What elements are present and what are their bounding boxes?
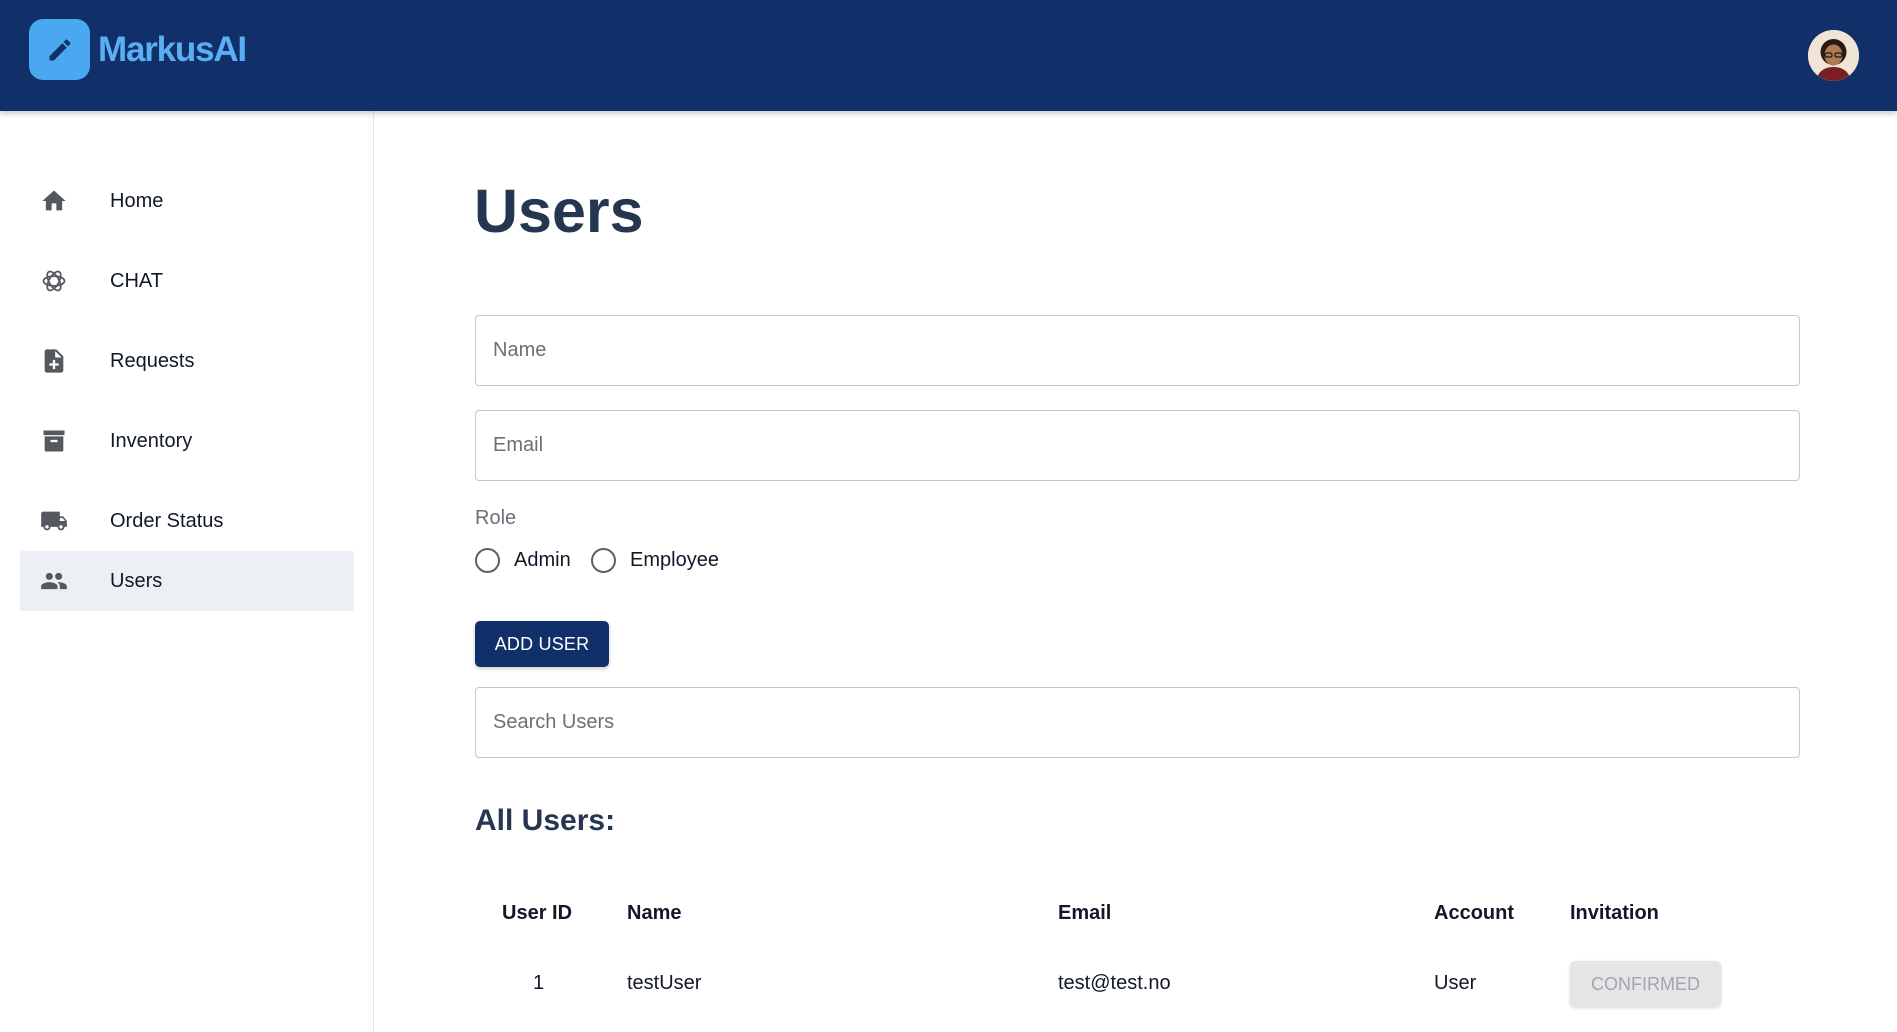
cell-email: test@test.no — [1058, 972, 1171, 994]
sidebar-item-label: Requests — [110, 349, 195, 372]
app-logo[interactable] — [29, 19, 90, 80]
sidebar-item-users[interactable]: Users — [20, 551, 354, 611]
sidebar-item-chat[interactable]: CHAT — [20, 251, 354, 311]
truck-icon — [40, 507, 68, 535]
chat-icon — [40, 267, 68, 295]
cell-account: User — [1434, 972, 1477, 994]
column-header-invitation: Invitation — [1570, 902, 1659, 924]
request-document-icon — [40, 347, 68, 375]
home-icon — [40, 187, 68, 215]
sidebar-item-label: Users — [110, 569, 163, 592]
column-header-account: Account — [1434, 902, 1514, 924]
role-option-label: Employee — [630, 549, 719, 571]
pencil-icon — [49, 38, 71, 60]
users-icon — [40, 567, 68, 595]
email-input[interactable] — [475, 410, 1800, 481]
sidebar-item-label: Inventory — [110, 429, 193, 452]
all-users-heading: All Users: — [475, 804, 616, 837]
user-avatar[interactable] — [1808, 30, 1859, 81]
top-app-bar: MarkusAI — [0, 0, 1897, 111]
brand-name: MarkusAI — [98, 30, 247, 69]
role-radio-employee[interactable] — [591, 548, 616, 573]
search-users-input[interactable] — [475, 687, 1800, 758]
add-user-button[interactable]: ADD USER — [475, 621, 609, 667]
sidebar-item-label: Home — [110, 189, 164, 212]
column-header-email: Email — [1058, 902, 1112, 924]
role-label: Role — [475, 507, 517, 529]
column-header-name: Name — [627, 902, 682, 924]
sidebar-item-requests[interactable]: Requests — [20, 331, 354, 391]
sidebar-item-label: CHAT — [110, 269, 163, 292]
sidebar-item-inventory[interactable]: Inventory — [20, 411, 354, 471]
cell-name: testUser — [627, 972, 702, 994]
role-radio-admin[interactable] — [475, 548, 500, 573]
sidebar: Home CHAT Requests Inventory Order Statu… — [0, 111, 374, 1032]
sidebar-item-home[interactable]: Home — [20, 171, 354, 231]
column-header-user-id: User ID — [502, 902, 573, 924]
invitation-status-button: CONFIRMED — [1570, 961, 1721, 1007]
sidebar-item-order-status[interactable]: Order Status — [20, 491, 354, 551]
role-option-label: Admin — [514, 549, 571, 571]
archive-box-icon — [40, 427, 68, 455]
page-title: Users — [474, 177, 644, 245]
cell-user-id: 1 — [533, 972, 545, 994]
name-input[interactable] — [475, 315, 1800, 386]
sidebar-item-label: Order Status — [110, 509, 224, 532]
